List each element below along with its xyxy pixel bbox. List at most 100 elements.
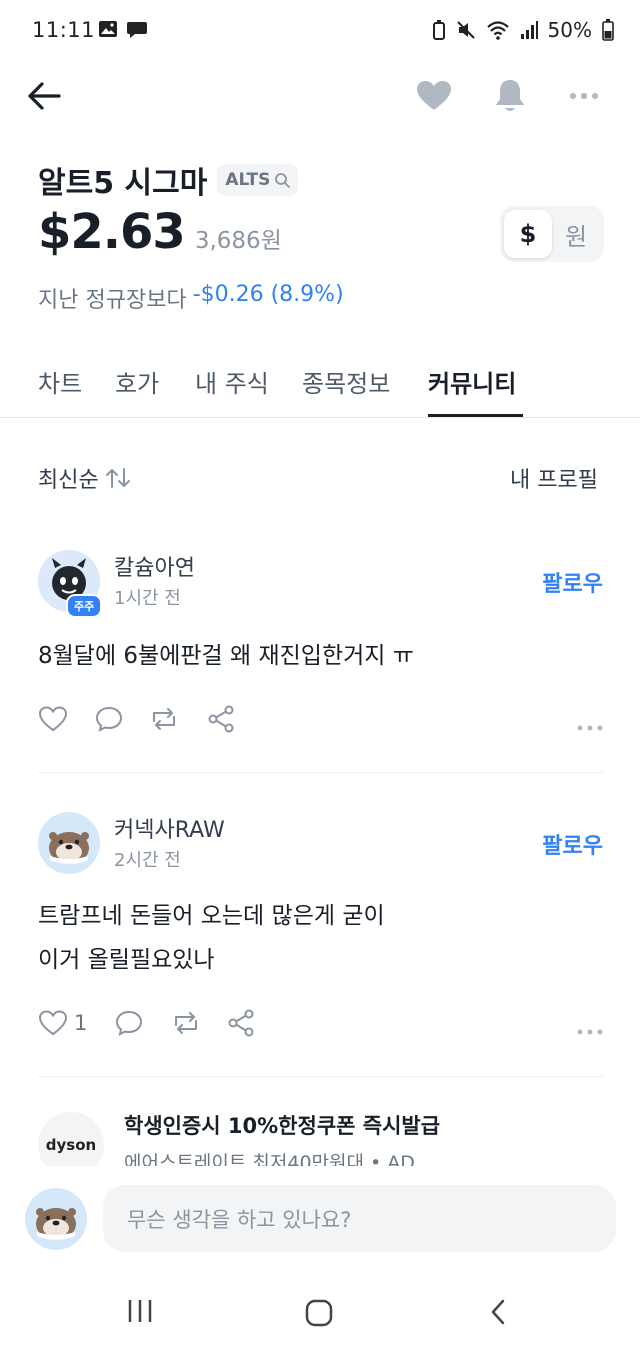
- post-time: 2시간 전: [114, 850, 181, 871]
- heart-icon: [417, 81, 451, 110]
- post-actions: 1: [38, 1008, 603, 1038]
- like-count: 1: [74, 1011, 88, 1035]
- price-usd: $2.63: [38, 204, 186, 260]
- price-change-row: 지난 정규장보다 -$0.26 (8.9%): [38, 282, 344, 314]
- share-button[interactable]: [226, 1008, 256, 1038]
- comment-icon: [115, 1010, 143, 1036]
- price-change-label: 지난 정규장보다: [38, 288, 187, 313]
- home-button[interactable]: [304, 1298, 334, 1328]
- post-input[interactable]: 무슨 생각을 하고 있나요?: [103, 1185, 616, 1252]
- notification-button[interactable]: [490, 76, 530, 116]
- post-card: 커넥사RAW 2시간 전 팔로우 트람프네 돈들어 오는데 많은게 굳이 이거 …: [38, 812, 603, 1042]
- more-horizontal-icon: [570, 93, 598, 99]
- sort-arrows-icon: [105, 468, 130, 488]
- recent-apps-icon: [128, 1300, 152, 1322]
- wifi-icon: [486, 21, 509, 40]
- comment-button[interactable]: [114, 1008, 144, 1038]
- more-horizontal-icon: [577, 725, 603, 731]
- more-options-button[interactable]: [564, 76, 604, 116]
- ad-title[interactable]: 학생인증시 10%한정쿠폰 즉시발급: [124, 1110, 440, 1140]
- price-krw: 3,686원: [194, 228, 282, 254]
- post-time: 1시간 전: [114, 588, 181, 609]
- chat-bubble-icon: [127, 22, 147, 38]
- follow-button[interactable]: 팔로우: [542, 828, 603, 860]
- repost-button[interactable]: [170, 1008, 202, 1038]
- post-body[interactable]: 8월달에 6불에판걸 왜 재진입한거지 ㅠ: [38, 634, 414, 678]
- stock-title-row: 알트5 시그마 ALTS: [38, 158, 299, 202]
- tab-community[interactable]: 커뮤니티: [428, 364, 516, 399]
- top-navigation: [0, 64, 640, 128]
- favorite-button[interactable]: [414, 76, 454, 116]
- comment-button[interactable]: [94, 704, 124, 734]
- otter-avatar-icon: [36, 1208, 76, 1240]
- post-more-button[interactable]: [577, 1020, 603, 1039]
- system-back-button[interactable]: [488, 1298, 508, 1326]
- like-button[interactable]: [38, 704, 74, 734]
- post-more-button[interactable]: [577, 716, 603, 735]
- tab-chart[interactable]: 차트: [38, 364, 82, 399]
- status-notification-icons: [98, 20, 148, 40]
- battery-icon: [602, 19, 614, 41]
- shareholder-badge: 주주: [66, 594, 103, 618]
- arrow-left-icon: [28, 82, 61, 110]
- back-button[interactable]: [24, 78, 64, 114]
- recent-apps-button[interactable]: [126, 1298, 154, 1324]
- battery-percentage: 50%: [547, 18, 592, 42]
- ad-card[interactable]: dyson 학생인증시 10%한정쿠폰 즉시발급 에어스트레이트 최저40만원대…: [38, 1106, 603, 1166]
- tab-my-stock[interactable]: 내 주식: [195, 364, 269, 399]
- comment-icon: [95, 706, 123, 732]
- my-profile-link[interactable]: 내 프로필: [510, 462, 598, 494]
- currency-toggle[interactable]: $ 원: [500, 206, 604, 262]
- sort-label: 최신순: [38, 468, 99, 493]
- mute-icon: [456, 21, 475, 39]
- currency-krw-option[interactable]: 원: [552, 210, 600, 258]
- post-card: 주주 칼슘아연 1시간 전 팔로우 8월달에 6불에판걸 왜 재진입한거지 ㅠ: [38, 550, 603, 740]
- status-bar: 11:11 50%: [0, 0, 640, 64]
- share-button[interactable]: [206, 704, 236, 734]
- stock-tabs: 차트 호가 내 주식 종목정보 커뮤니티: [0, 346, 640, 418]
- like-button[interactable]: 1: [38, 1008, 87, 1038]
- status-time: 11:11: [32, 18, 96, 42]
- price-row: $2.63 3,686원: [38, 204, 282, 260]
- otter-avatar-icon: [49, 832, 89, 864]
- repost-icon: [153, 708, 175, 730]
- share-icon: [208, 705, 234, 733]
- home-icon: [305, 1299, 333, 1327]
- share-icon: [228, 1009, 254, 1037]
- community-toolbar: 최신순 내 프로필: [38, 462, 598, 496]
- ticker-symbol: ALTS: [225, 170, 271, 190]
- post-composer: 무슨 생각을 하고 있나요?: [0, 1166, 640, 1270]
- sort-button[interactable]: 최신순: [38, 462, 131, 494]
- system-navigation-bar: [0, 1270, 640, 1352]
- tab-orderbook[interactable]: 호가: [115, 364, 159, 399]
- gallery-icon: [99, 21, 117, 37]
- post-author[interactable]: 칼슘아연: [114, 550, 195, 582]
- status-system-icons: 50%: [432, 18, 614, 42]
- stock-name: 알트5 시그마: [38, 166, 208, 201]
- post-actions: [38, 704, 603, 734]
- bell-icon: [496, 80, 524, 111]
- battery-saver-icon: [432, 20, 445, 40]
- ad-subtitle: 에어스트레이트 최저40만원대 • AD: [124, 1152, 415, 1166]
- post-body[interactable]: 트람프네 돈들어 오는데 많은게 굳이 이거 올릴필요있나: [38, 894, 385, 982]
- chevron-left-icon: [491, 1299, 505, 1325]
- follow-button[interactable]: 팔로우: [542, 566, 603, 598]
- divider: [38, 772, 603, 773]
- heart-outline-icon: [38, 706, 68, 732]
- ad-logo: dyson: [38, 1112, 104, 1166]
- tab-stock-info[interactable]: 종목정보: [302, 364, 390, 399]
- more-horizontal-icon: [577, 1029, 603, 1035]
- currency-usd-option[interactable]: $: [504, 210, 552, 258]
- signal-icon: [520, 21, 538, 39]
- avatar[interactable]: [38, 812, 100, 874]
- divider: [38, 1076, 603, 1077]
- ticker-search-chip[interactable]: ALTS: [217, 164, 299, 196]
- active-tab-indicator: [428, 414, 523, 417]
- heart-outline-icon: [38, 1010, 68, 1036]
- post-author[interactable]: 커넥사RAW: [114, 812, 225, 844]
- search-icon: [275, 173, 291, 188]
- my-avatar[interactable]: [25, 1188, 87, 1250]
- repost-button[interactable]: [148, 704, 180, 734]
- price-change-value: -$0.26 (8.9%): [192, 282, 344, 307]
- repost-icon: [175, 1012, 197, 1034]
